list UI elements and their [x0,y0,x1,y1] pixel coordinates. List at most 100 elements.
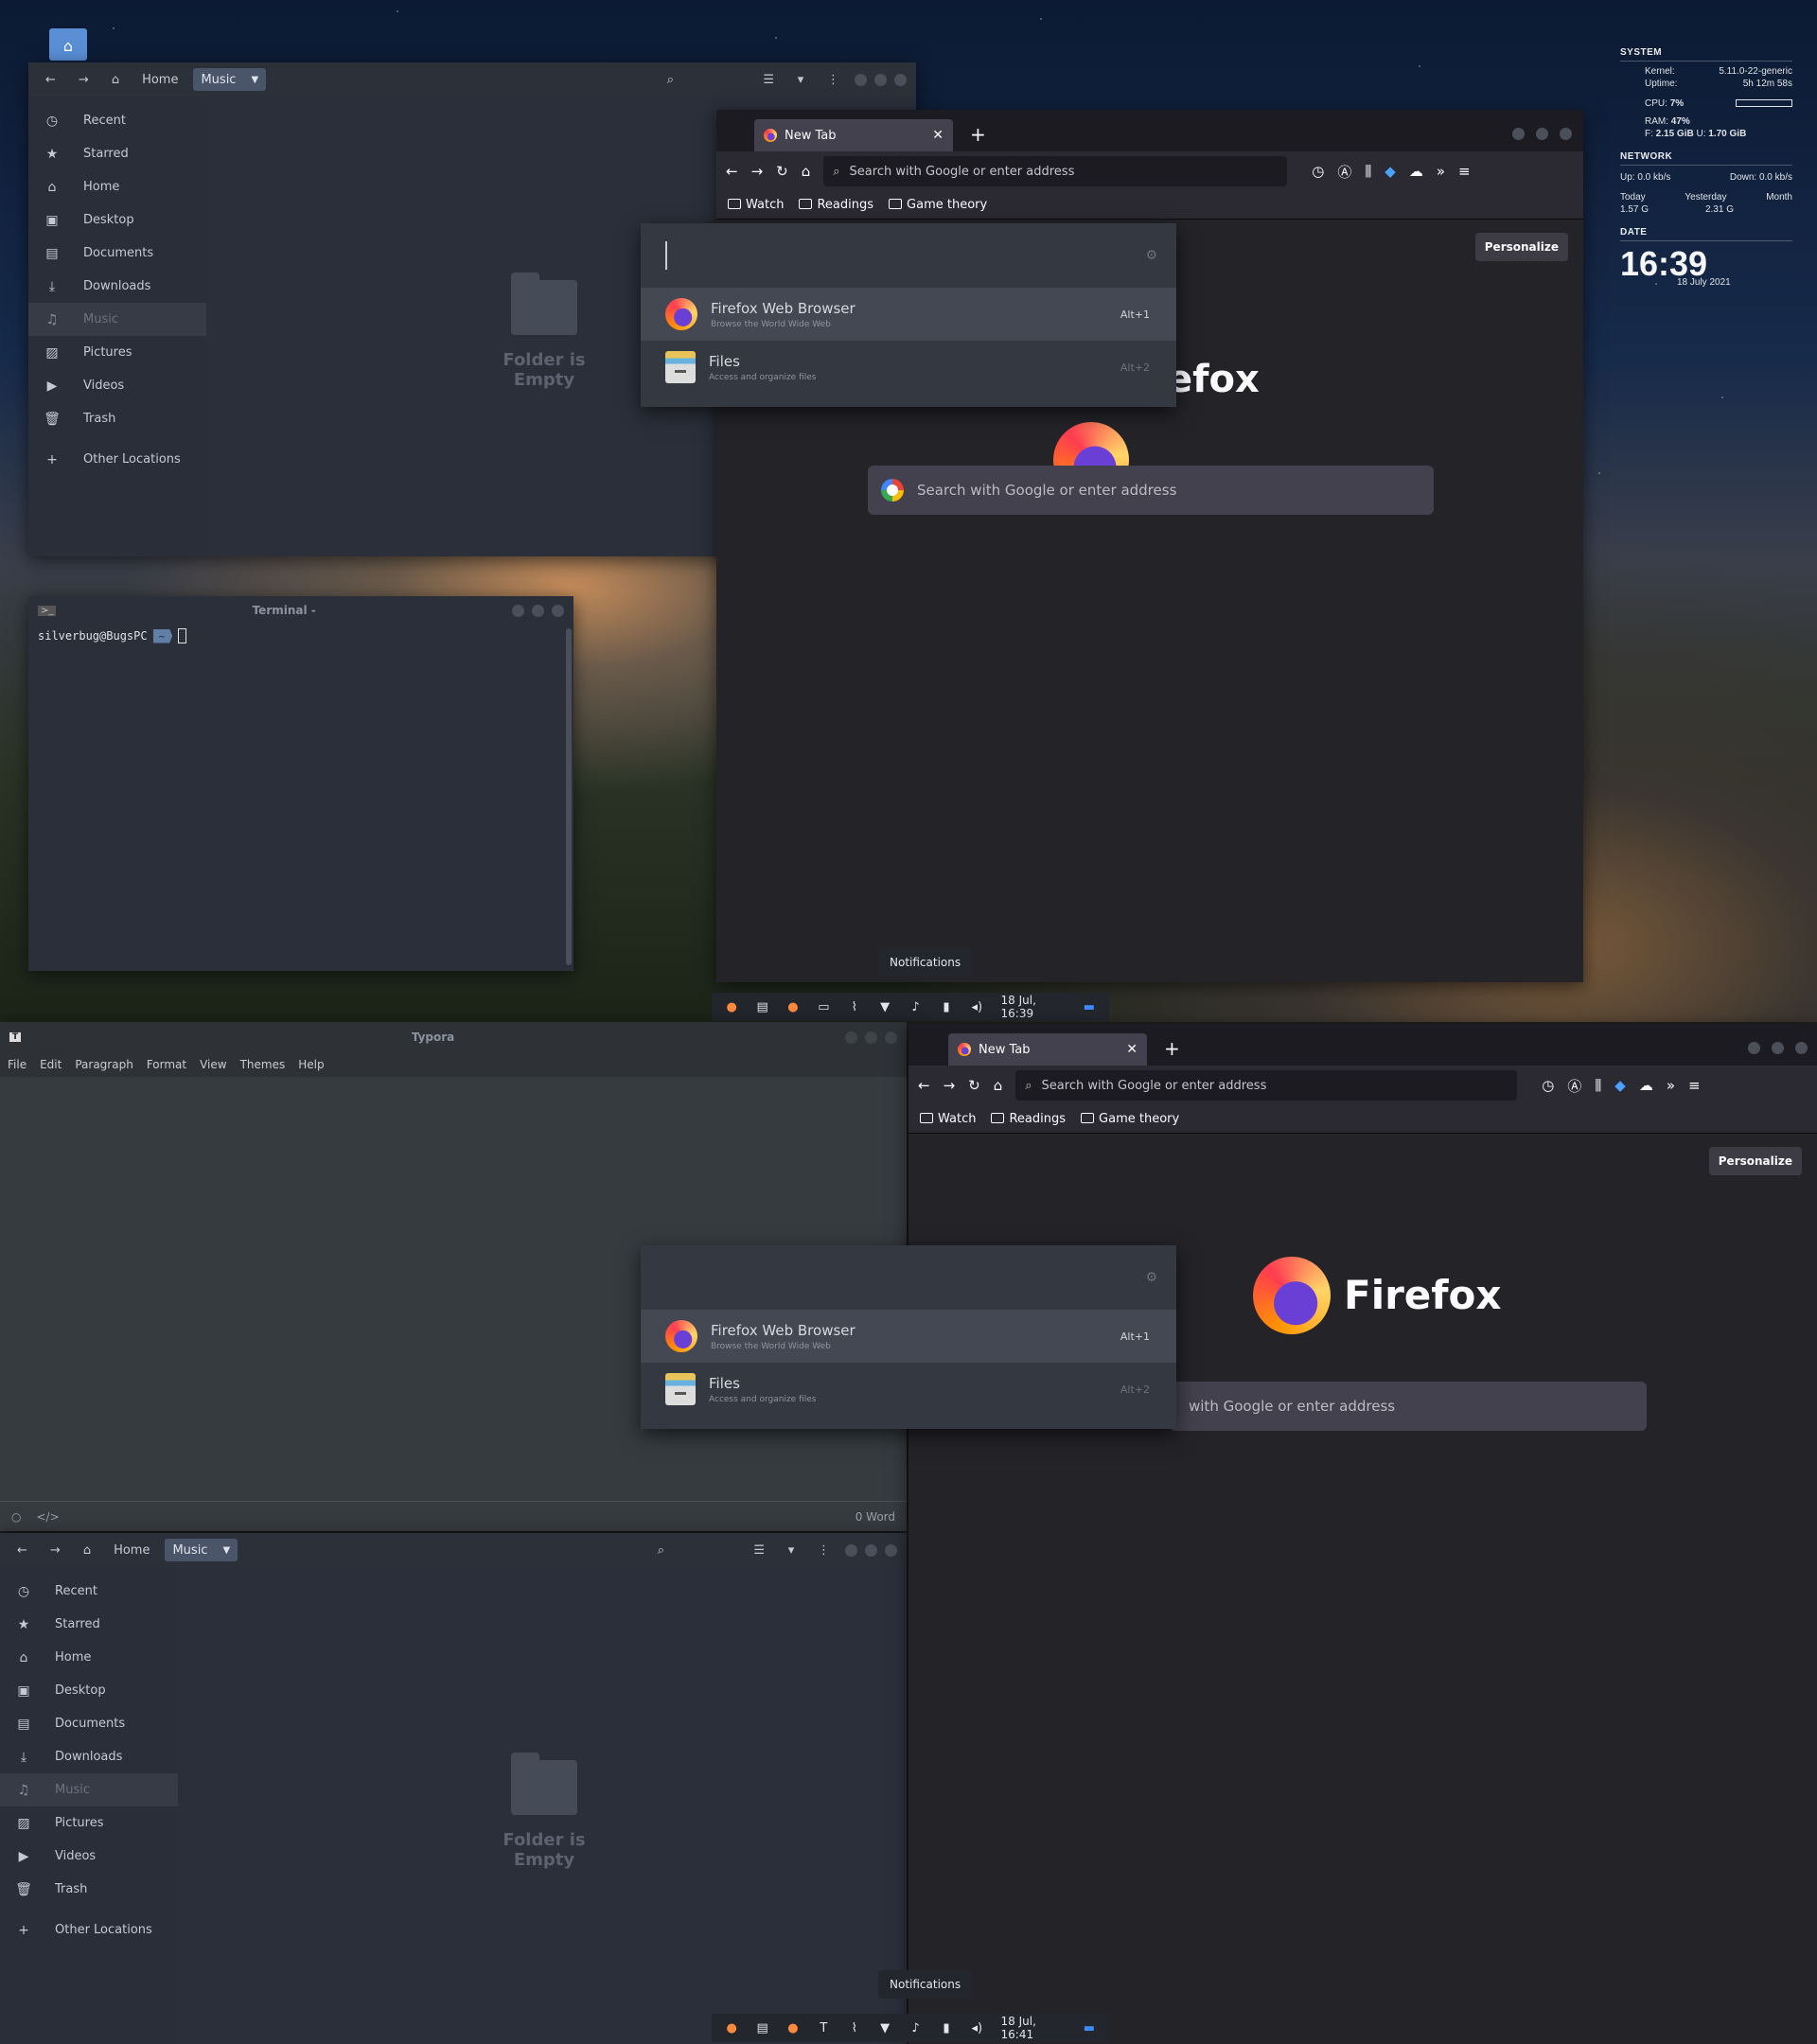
chat-icon[interactable]: ▬ [1083,1000,1096,1014]
overflow-icon[interactable]: » [1667,1077,1675,1094]
crumb-home[interactable]: Home [134,68,185,91]
extension-gem-icon[interactable]: ◆ [1614,1077,1626,1094]
menu-icon[interactable]: ⋮ [820,68,847,91]
menu-icon[interactable]: ⋮ [810,1539,838,1561]
files-task-icon[interactable]: ▤ [755,1000,768,1014]
minimize-button[interactable] [1512,128,1525,140]
maximize-button[interactable] [864,1031,877,1044]
typora-task-icon[interactable]: T [817,2021,830,2035]
source-mode-icon[interactable]: </> [36,1510,59,1524]
crumb-music[interactable]: Music ▼ [165,1539,238,1561]
minimize-button[interactable] [844,1031,857,1044]
new-tab-button[interactable]: + [970,123,986,146]
sidebar-item-videos[interactable]: ▶ Videos [0,1840,178,1873]
minimize-button[interactable] [855,73,867,86]
personalize-button[interactable]: Personalize [1474,233,1568,261]
panel-clock[interactable]: 18 Jul, 16:41 [1001,2015,1066,2041]
sidebar-item-downloads[interactable]: ⤓ Downloads [0,1740,178,1773]
sidebar-item-documents[interactable]: ▤ Documents [0,1707,178,1740]
view-list-icon[interactable]: ☰ [746,1539,772,1561]
launcher-search-input[interactable]: ⚙ [641,223,1176,288]
library-icon[interactable]: ⫼ [1595,1077,1601,1094]
tab-new-tab[interactable]: New Tab ✕ [754,119,953,151]
home-button[interactable]: ⌂ [994,1077,1003,1094]
firefox-task-icon[interactable]: ● [786,1000,800,1014]
tab-new-tab[interactable]: New Tab ✕ [948,1033,1147,1066]
sidebar-item-documents[interactable]: ▤ Documents [28,237,206,270]
chat-icon[interactable]: ▬ [1083,2021,1096,2035]
close-button[interactable] [1560,128,1572,140]
bookmark-watch[interactable]: Watch [728,198,784,212]
terminal-prompt[interactable]: silverbug@BugsPC ~ [28,625,573,647]
close-button[interactable] [1795,1042,1808,1054]
sidebar-item-other-locations[interactable]: + Other Locations [28,443,206,476]
launcher-item-firefox[interactable]: Firefox Web Browser Browse the World Wide… [641,1310,1176,1363]
back-button[interactable]: ← [726,163,738,180]
menu-item-paragraph[interactable]: Paragraph [75,1058,132,1071]
close-tab-icon[interactable]: ✕ [1126,1042,1138,1057]
clip-icon[interactable]: ⌇ [848,1000,861,1014]
sidebar-item-desktop[interactable]: ▣ Desktop [28,203,206,237]
sidebar-item-downloads[interactable]: ⤓ Downloads [28,270,206,303]
launcher-search-input[interactable]: ⚙ [641,1245,1176,1310]
sidebar-item-recent[interactable]: ◷ Recent [0,1575,178,1608]
reload-button[interactable]: ↻ [776,163,788,180]
back-button[interactable]: ← [9,1539,35,1561]
personalize-button[interactable]: Personalize [1708,1147,1802,1175]
sidebar-item-desktop[interactable]: ▣ Desktop [0,1674,178,1707]
minimize-button[interactable] [511,604,524,617]
close-button[interactable] [885,1543,897,1557]
crumb-home[interactable]: Home [106,1539,157,1561]
menu-item-file[interactable]: File [8,1058,26,1071]
new-tab-button[interactable]: + [1164,1037,1180,1060]
bookmark-game-theory[interactable]: Game theory [1081,1112,1179,1126]
url-bar[interactable]: ⌕ Search with Google or enter address [823,156,1288,186]
forward-button[interactable]: → [751,163,764,180]
home-crumb-icon[interactable]: ⌂ [104,68,127,91]
bookmark-watch[interactable]: Watch [920,1112,976,1126]
back-button[interactable]: ← [38,68,63,91]
launcher-item-files[interactable]: Files Access and organize files Alt+2 [641,1363,1176,1416]
forward-button[interactable]: → [944,1077,956,1094]
close-tab-icon[interactable]: ✕ [932,128,944,143]
bookmark-readings[interactable]: Readings [799,198,873,212]
view-options-icon[interactable]: ▾ [789,68,812,91]
sidebar-item-music[interactable]: ♫ Music [0,1773,178,1806]
extension-cloud-icon[interactable]: ☁ [1409,163,1423,180]
battery-icon[interactable]: ▮ [940,1000,953,1014]
volume-icon[interactable]: ◂) [970,1000,983,1014]
close-button[interactable] [551,604,564,617]
sidebar-item-home[interactable]: ⌂ Home [28,170,206,203]
wifi-icon[interactable]: ▼ [878,2021,891,2035]
sidebar-item-home[interactable]: ⌂ Home [0,1641,178,1674]
terminal-scrollbar[interactable] [566,628,572,965]
sidebar-item-pictures[interactable]: ▨ Pictures [28,336,206,369]
close-button[interactable] [884,1031,897,1044]
sidebar-item-trash[interactable]: 🗑 Trash [0,1873,178,1906]
reload-button[interactable]: ↻ [968,1077,980,1094]
library-icon[interactable]: ⫼ [1365,163,1371,180]
maximize-button[interactable] [1536,128,1548,140]
bookmark-game-theory[interactable]: Game theory [889,198,987,212]
minimize-button[interactable] [1748,1042,1760,1054]
search-icon[interactable]: ⌕ [649,1539,672,1561]
maximize-button[interactable] [1772,1042,1784,1054]
menu-item-themes[interactable]: Themes [240,1058,286,1071]
url-bar[interactable]: ⌕ Search with Google or enter address [1015,1070,1518,1101]
sidebar-item-videos[interactable]: ▶ Videos [28,369,206,402]
terminal-task-icon[interactable]: ▭ [817,1000,830,1014]
volume-icon[interactable]: ◂) [970,2021,983,2035]
maximize-button[interactable] [874,73,887,86]
clip-icon[interactable]: ⌇ [848,2021,861,2035]
sidebar-item-pictures[interactable]: ▨ Pictures [0,1806,178,1840]
account-icon[interactable]: Ⓐ [1337,162,1351,182]
home-crumb-icon[interactable]: ⌂ [76,1539,98,1561]
battery-icon[interactable]: ▮ [940,2021,953,2035]
maximize-button[interactable] [865,1543,877,1557]
launcher-item-files[interactable]: Files Access and organize files Alt+2 [641,341,1176,394]
hamburger-menu-icon[interactable]: ≡ [1458,163,1471,180]
forward-button[interactable]: → [43,1539,68,1561]
desktop-home-icon[interactable]: ⌂ [49,28,87,61]
history-icon[interactable]: ◷ [1312,163,1324,180]
search-icon[interactable]: ⌕ [659,68,681,91]
